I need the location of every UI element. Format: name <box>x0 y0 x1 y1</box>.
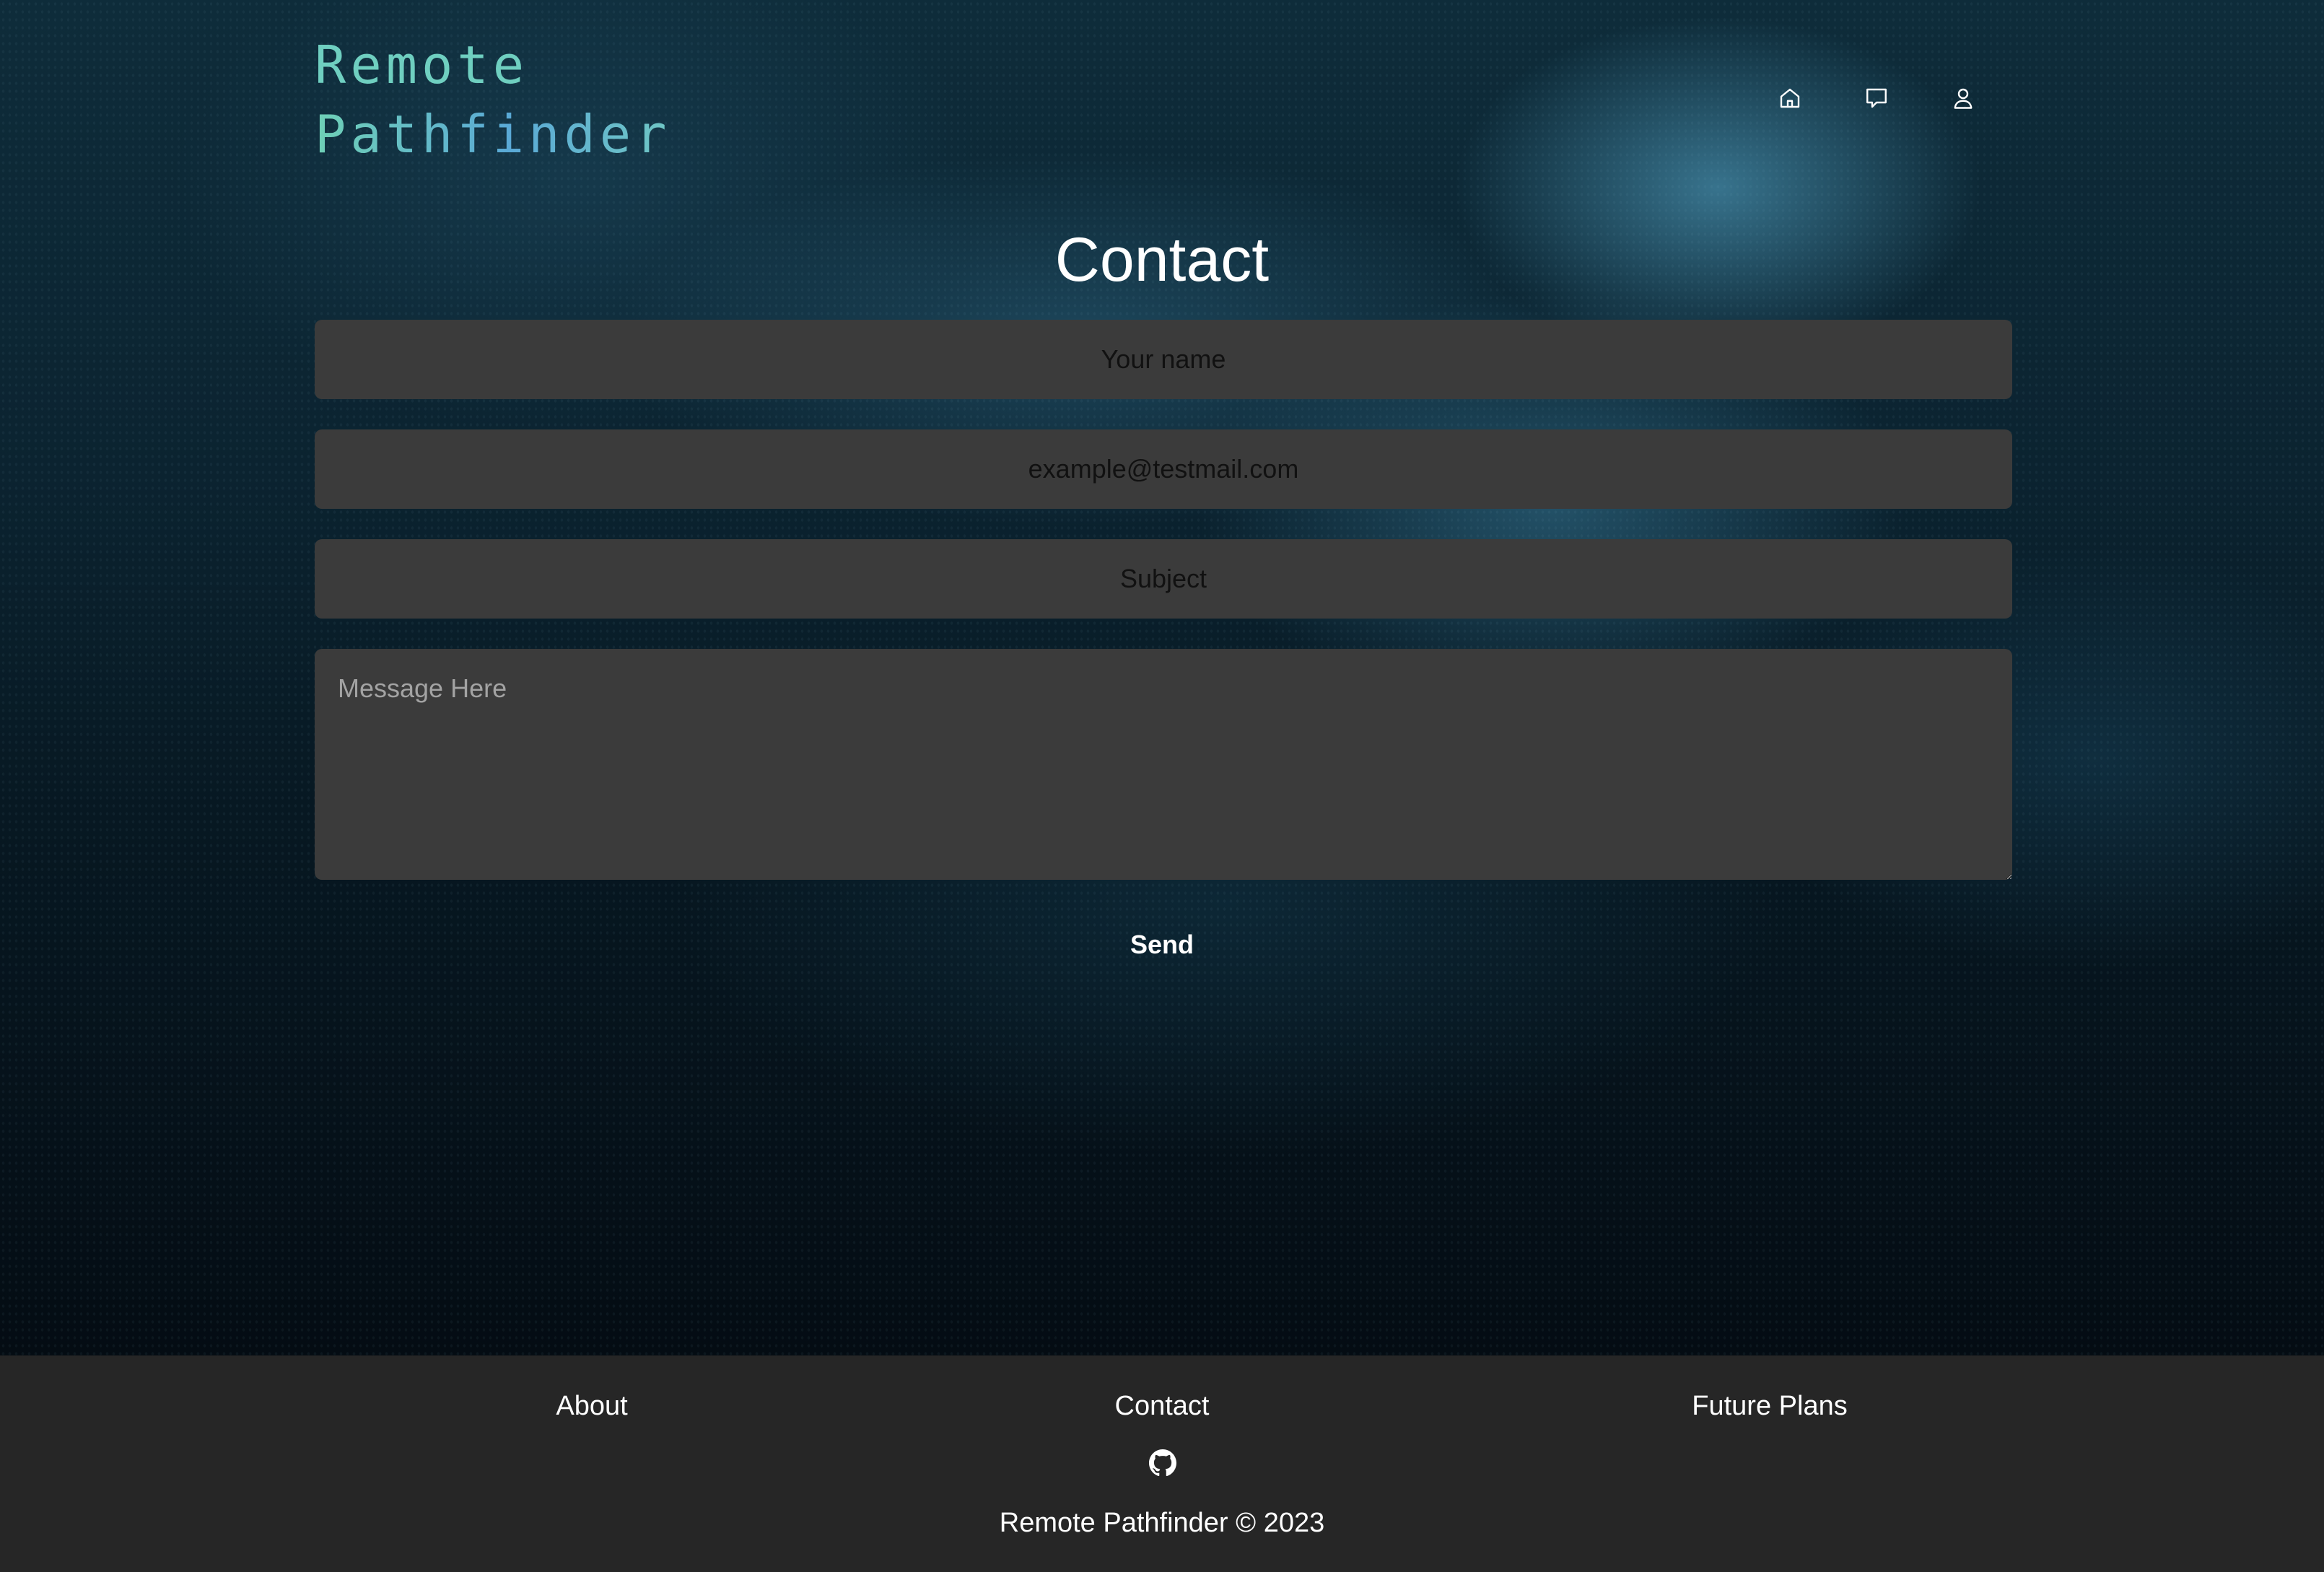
footer-link-about[interactable]: About <box>556 1384 627 1428</box>
nav-home-button[interactable] <box>1764 75 1816 121</box>
github-icon[interactable] <box>1149 1449 1176 1477</box>
site-footer: About Contact Future Plans Remote Pathfi… <box>0 1355 2324 1572</box>
home-icon <box>1780 88 1800 108</box>
subject-input[interactable] <box>315 539 2012 619</box>
footer-link-contact[interactable]: Contact <box>1115 1384 1210 1428</box>
site-logo[interactable]: Remote Pathfinder <box>315 30 670 169</box>
chat-icon <box>1866 88 1887 108</box>
page-title: Contact <box>1054 225 1270 294</box>
footer-link-future-plans[interactable]: Future Plans <box>1692 1384 1847 1428</box>
logo-line-1: Remote <box>315 35 529 95</box>
send-button[interactable]: Send <box>1090 924 1234 966</box>
top-nav <box>1764 75 2024 121</box>
message-textarea[interactable] <box>315 649 2012 880</box>
nav-profile-button[interactable] <box>1937 75 1989 121</box>
name-input[interactable] <box>315 320 2012 399</box>
nav-chat-button[interactable] <box>1851 75 1903 121</box>
email-input[interactable] <box>315 429 2012 509</box>
copyright-text: Remote Pathfinder © 2023 <box>999 1508 1325 1538</box>
logo-line-2: Pathfinder <box>315 100 670 169</box>
user-icon <box>1954 88 1973 109</box>
